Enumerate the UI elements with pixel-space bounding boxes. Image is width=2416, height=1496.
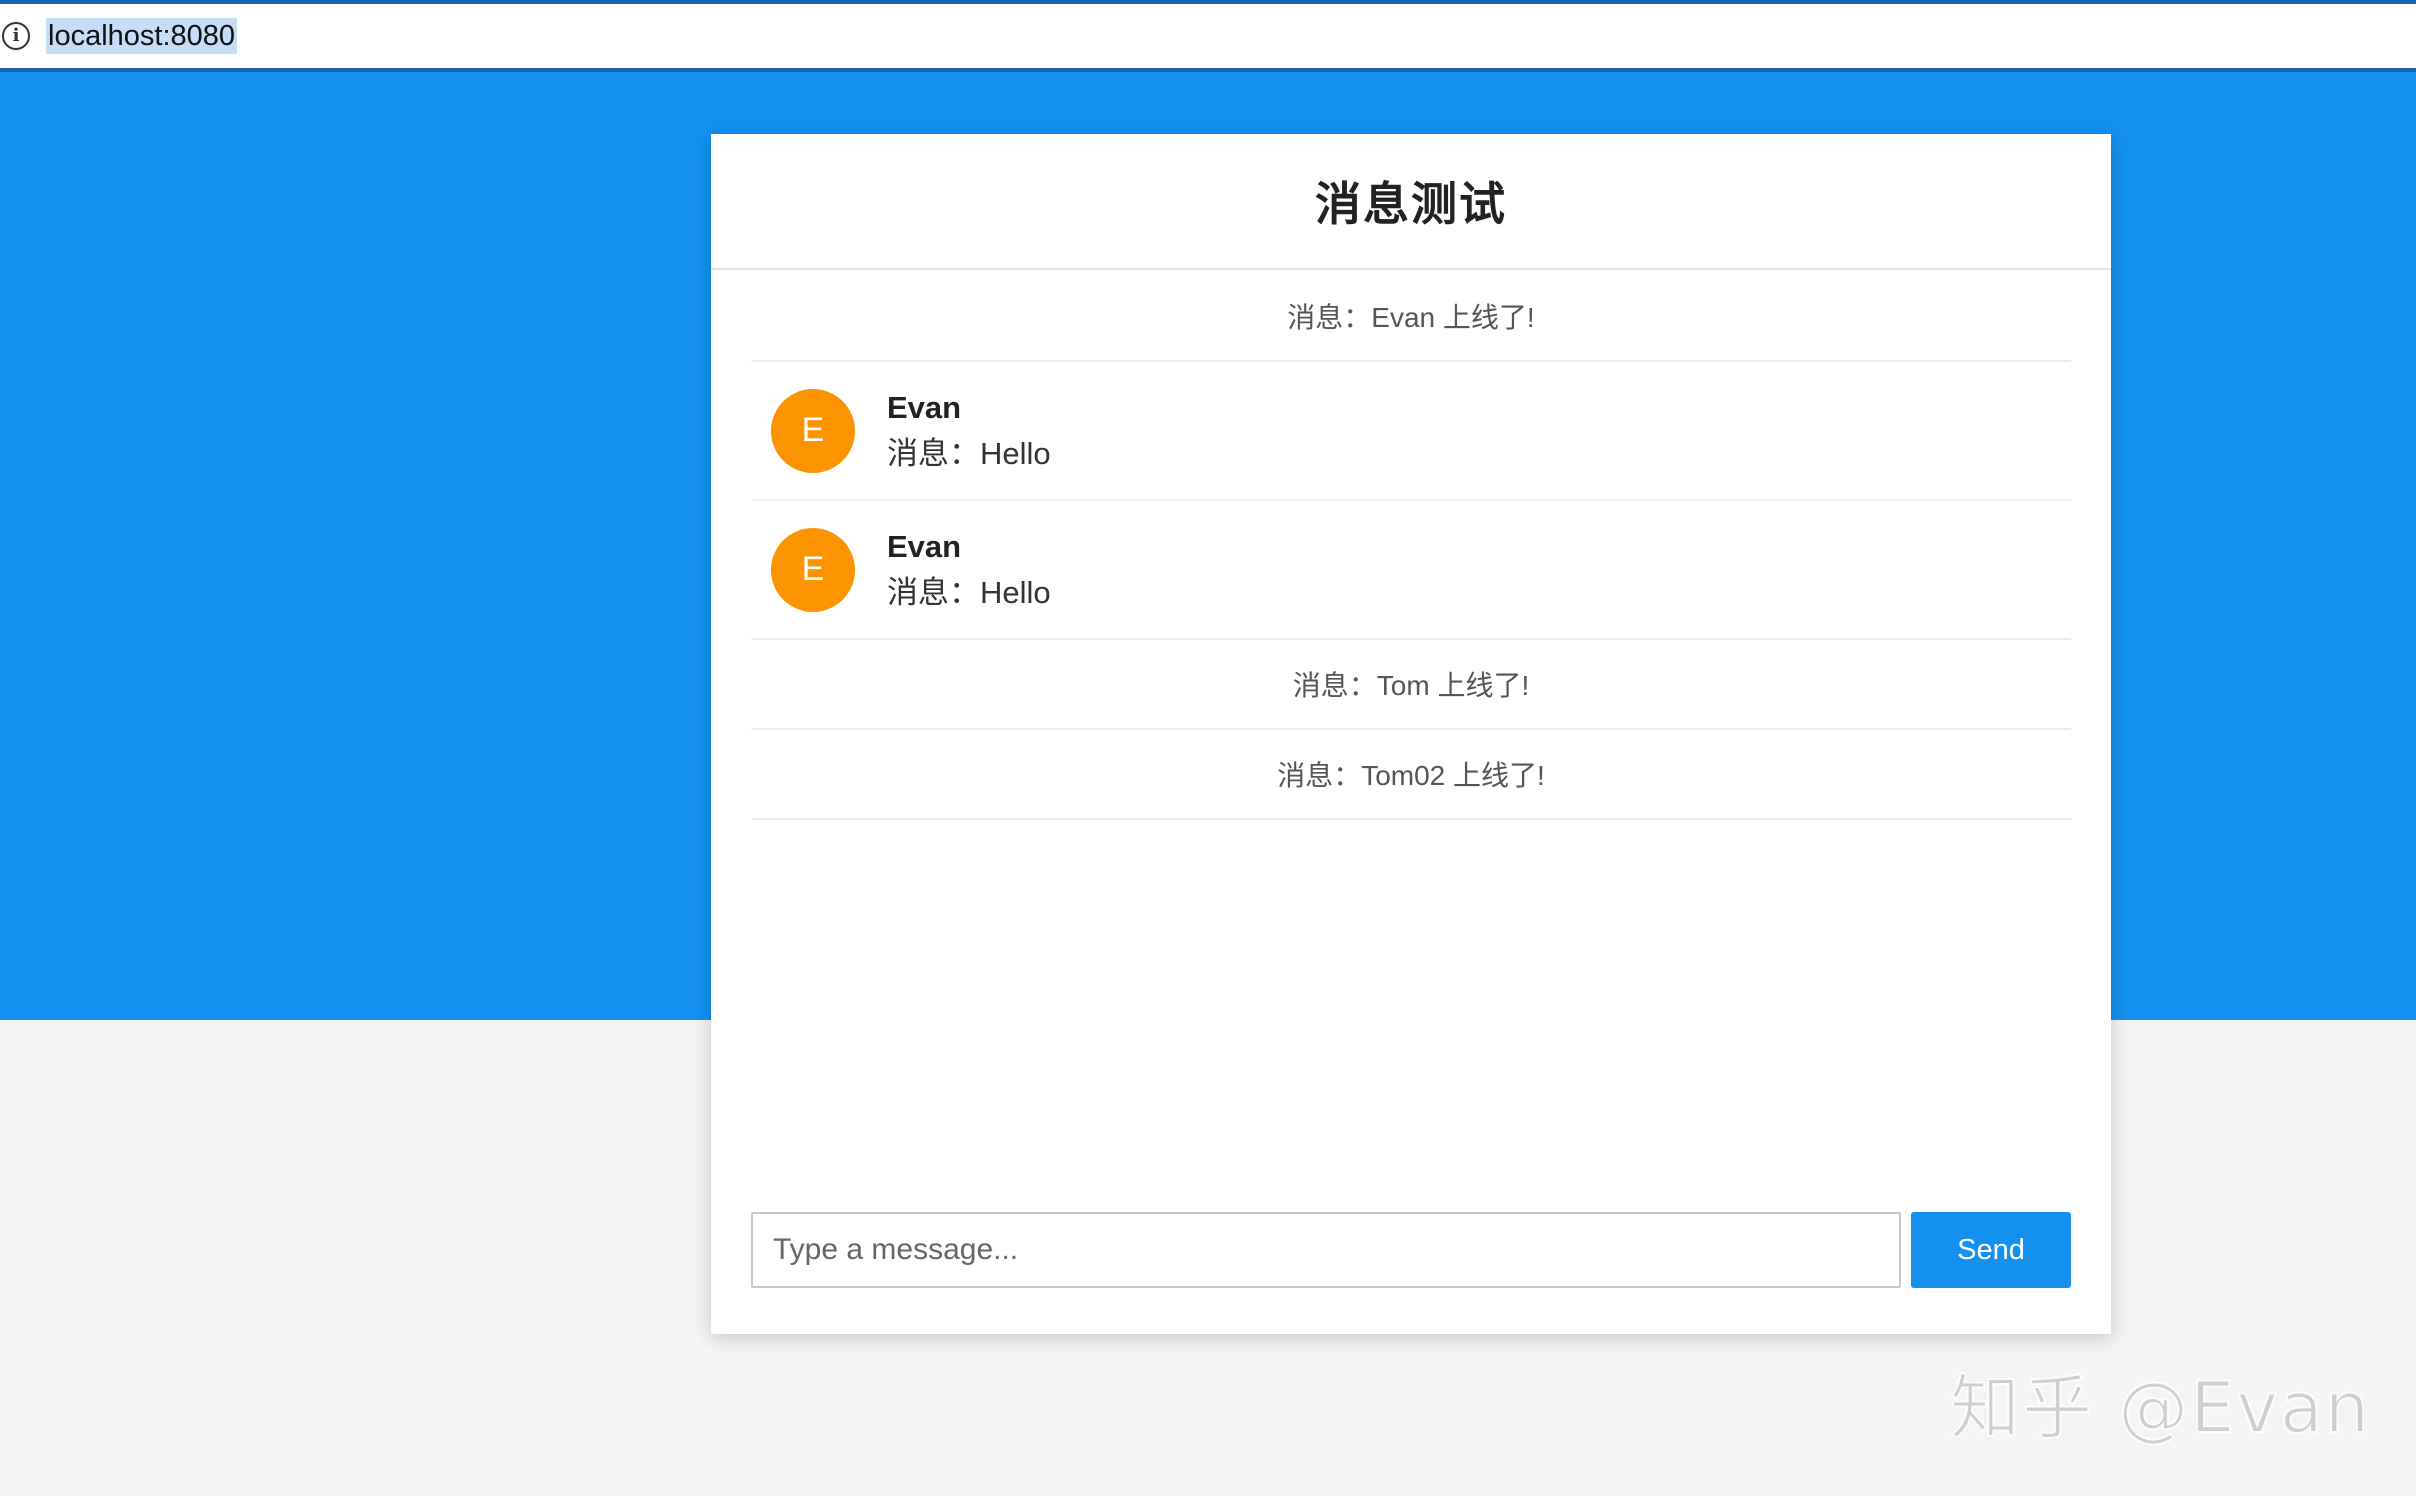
send-button[interactable]: Send xyxy=(1911,1212,2071,1288)
chat-header: 消息测试 xyxy=(711,134,2111,270)
watermark: 知乎 @Evan xyxy=(1949,1366,2372,1450)
info-icon[interactable]: i xyxy=(2,22,30,50)
chat-title: 消息测试 xyxy=(1315,178,1507,230)
system-message: 消息：Evan 上线了! xyxy=(751,272,2071,362)
message-body: Evan 消息：Hello xyxy=(887,385,1051,477)
message-author: Evan xyxy=(887,389,962,425)
avatar: E xyxy=(771,527,855,612)
system-message-text: 消息：Evan 上线了! xyxy=(1287,302,1535,333)
message-composer: Send xyxy=(751,1212,2071,1288)
message-body: Evan 消息：Hello xyxy=(887,524,1051,616)
message-author: Evan xyxy=(887,528,962,564)
system-message-text: 消息：Tom02 上线了! xyxy=(1277,760,1545,791)
system-message: 消息：Tom02 上线了! xyxy=(751,730,2071,820)
browser-address-bar[interactable]: i localhost:8080 xyxy=(0,0,2416,72)
chat-card: 消息测试 消息：Evan 上线了! E Evan 消息：Hello E Evan… xyxy=(711,134,2111,1334)
system-message-text: 消息：Tom 上线了! xyxy=(1292,670,1530,701)
user-message: E Evan 消息：Hello xyxy=(751,501,2071,640)
avatar: E xyxy=(771,388,855,473)
message-list: 消息：Evan 上线了! E Evan 消息：Hello E Evan 消息：H… xyxy=(751,272,2071,820)
message-text: 消息：Hello xyxy=(887,435,1051,471)
url-text[interactable]: localhost:8080 xyxy=(46,18,238,54)
user-message: E Evan 消息：Hello xyxy=(751,362,2071,501)
message-input[interactable] xyxy=(751,1212,1901,1288)
system-message: 消息：Tom 上线了! xyxy=(751,640,2071,730)
message-text: 消息：Hello xyxy=(887,574,1051,610)
